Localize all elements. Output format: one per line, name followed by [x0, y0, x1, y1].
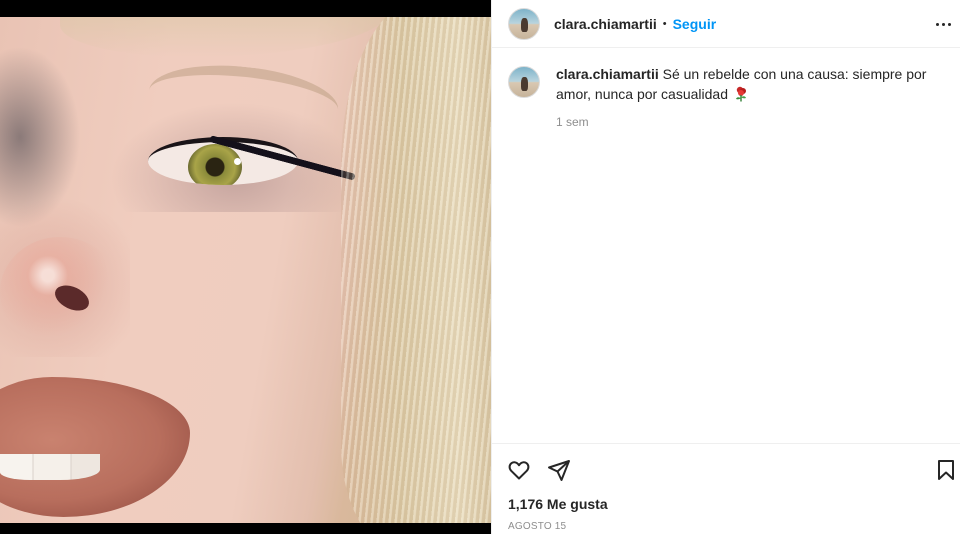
follow-button[interactable]: Seguir: [673, 16, 717, 32]
heart-icon[interactable]: [506, 457, 532, 483]
lips: [0, 377, 190, 517]
author-username[interactable]: clara.chiamartii: [554, 16, 657, 32]
post-side-panel: clara.chiamartii • Seguir clara.chiamart…: [491, 0, 960, 534]
post-media: [0, 0, 491, 534]
paper-plane-icon[interactable]: [546, 457, 572, 483]
bookmark-icon[interactable]: [933, 457, 959, 483]
post-photo[interactable]: [0, 17, 491, 523]
caption-avatar[interactable]: [508, 66, 540, 98]
caption-timestamp[interactable]: 1 sem: [556, 114, 948, 130]
caption-username[interactable]: clara.chiamartii: [556, 66, 659, 82]
post-header: clara.chiamartii • Seguir: [492, 0, 960, 48]
more-options-icon[interactable]: [929, 10, 957, 38]
action-bar: [492, 443, 960, 492]
post-date[interactable]: AGOSTO 15: [508, 521, 566, 532]
caption-body: clara.chiamartii Sé un rebelde con una c…: [556, 64, 948, 130]
likes-count[interactable]: 1,176 Me gusta: [508, 496, 608, 512]
caption-comment: clara.chiamartii Sé un rebelde con una c…: [508, 64, 948, 130]
separator-dot: •: [662, 17, 667, 30]
rose-emoji-icon: [735, 86, 746, 102]
author-avatar[interactable]: [508, 7, 540, 40]
hair: [341, 17, 491, 523]
